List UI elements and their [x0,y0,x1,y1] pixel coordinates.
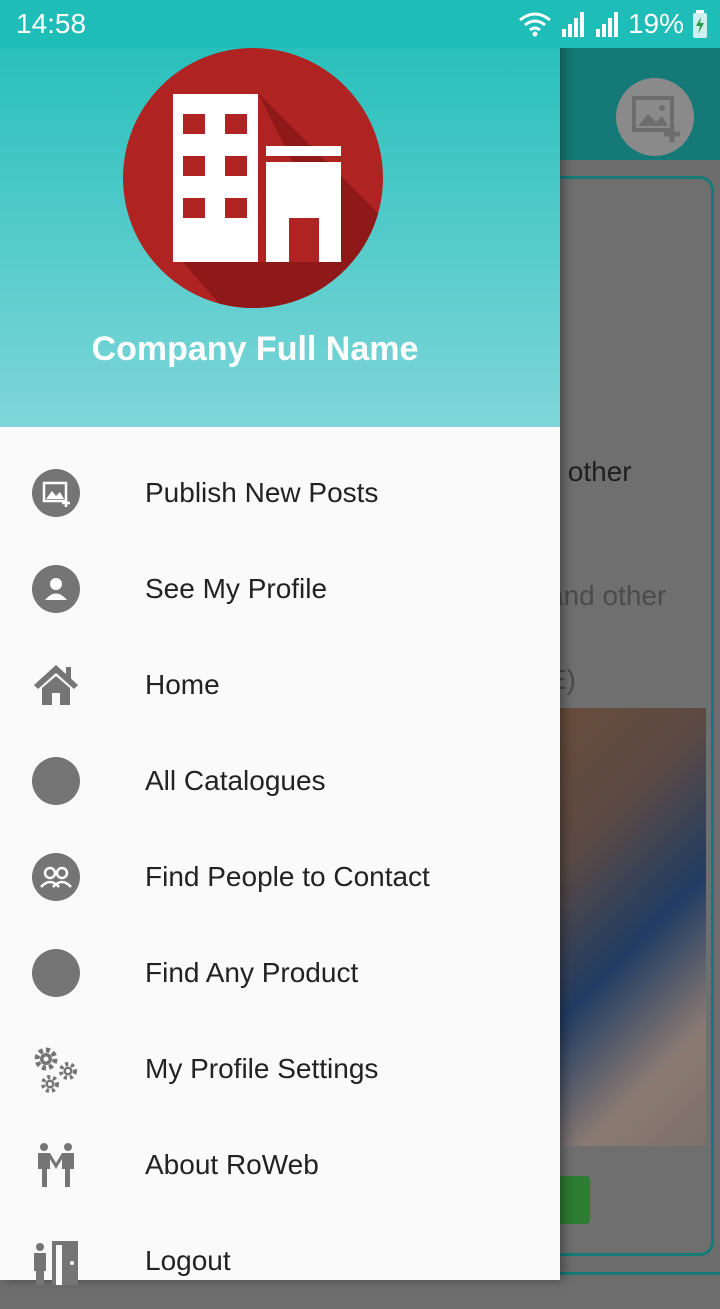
image-add-icon [32,469,80,517]
menu-item-about[interactable]: About RoWeb [0,1117,560,1213]
menu-label: About RoWeb [145,1149,319,1180]
menu-label: See My Profile [145,573,328,604]
menu-label: Home [145,669,220,700]
signal-icon-2 [595,12,618,37]
menu-item-logout[interactable]: Logout [0,1213,560,1309]
post-image [540,708,706,1146]
people-icon [32,853,80,901]
drawer-menu: Publish New Posts See My Profile Home Al… [0,445,560,1309]
post-text-snippet-2: and other [548,580,667,611]
menu-item-see-profile[interactable]: See My Profile [0,541,560,637]
company-logo-icon [123,48,383,308]
menu-item-publish-posts[interactable]: Publish New Posts [0,445,560,541]
circle-icon [32,757,80,805]
menu-label: Publish New Posts [145,477,379,508]
menu-label: My Profile Settings [145,1053,379,1084]
menu-item-find-product[interactable]: Find Any Product [0,925,560,1021]
menu-label: All Catalogues [145,765,326,796]
battery-charging-icon [693,10,707,38]
battery-percent: 19% [627,8,684,39]
user-icon [32,565,80,613]
door-exit-icon [32,1237,80,1285]
menu-item-all-catalogues[interactable]: All Catalogues [0,733,560,829]
menu-label: Logout [145,1245,231,1276]
menu-item-profile-settings[interactable]: My Profile Settings [0,1021,560,1117]
home-icon [32,661,80,709]
people-standing-icon [32,1141,80,1189]
gears-icon [32,1045,80,1093]
circle-icon [32,949,80,997]
status-time: 14:58 [16,8,87,39]
signal-icon [561,12,584,37]
company-name: Company Full Name [91,330,419,368]
menu-item-home[interactable]: Home [0,637,560,733]
drawer-header: Company Full Name [0,0,560,427]
menu-label: Find People to Contact [145,861,430,892]
menu-label: Find Any Product [145,957,359,988]
status-bar: 14:58 19% [0,0,720,48]
add-image-button[interactable] [616,78,694,156]
menu-item-find-people[interactable]: Find People to Contact [0,829,560,925]
image-add-icon [632,96,680,142]
wifi-icon [519,12,551,37]
navigation-drawer: Company Full Name Publish New Posts See … [0,0,560,1285]
